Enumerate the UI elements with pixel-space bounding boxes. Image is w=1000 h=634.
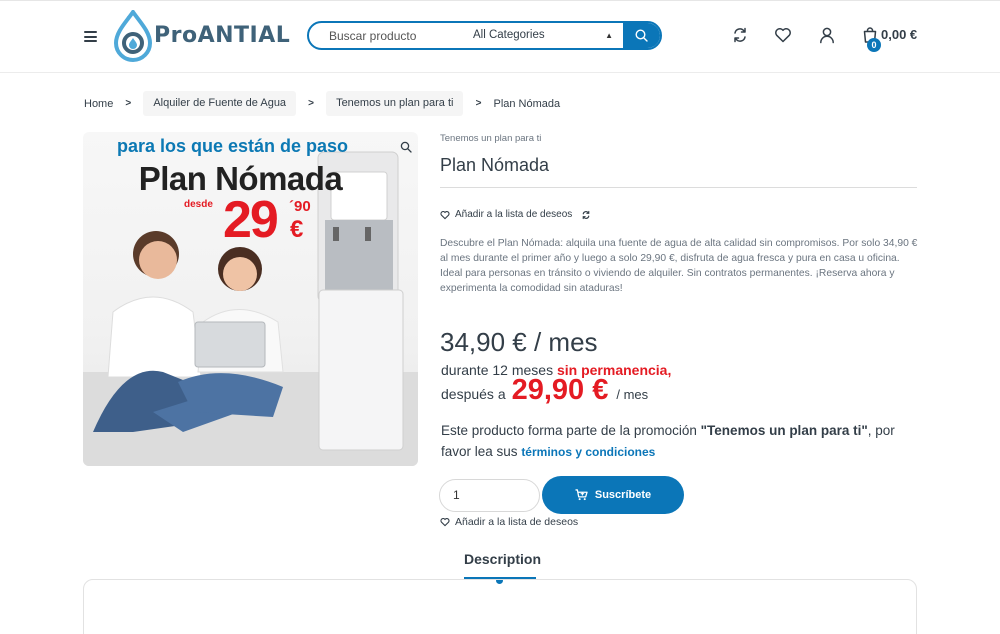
product-image[interactable]: para los que están de paso Plan Nómada d… — [83, 132, 418, 466]
heart-icon — [440, 517, 450, 527]
image-price: 29 — [223, 191, 279, 249]
compare-icon[interactable] — [731, 26, 749, 44]
search-button[interactable] — [623, 23, 660, 48]
subscribe-button[interactable]: Suscríbete — [542, 476, 684, 514]
menu-icon[interactable] — [84, 31, 97, 42]
compare-icon[interactable] — [581, 210, 591, 220]
site-logo[interactable]: ProANTIAL — [112, 8, 290, 62]
product-category-link[interactable]: Tenemos un plan para ti — [440, 133, 541, 144]
breadcrumb-plan[interactable]: Tenemos un plan para ti — [326, 91, 464, 116]
terms-link[interactable]: términos y condiciones — [521, 445, 655, 459]
promo-notice: Este producto forma parte de la promoció… — [441, 420, 911, 463]
wishlist-label: Añadir a la lista de deseos — [455, 209, 573, 220]
divider — [440, 187, 917, 188]
product-title: Plan Nómada — [440, 155, 550, 175]
heart-icon — [440, 210, 450, 219]
breadcrumb-home[interactable]: Home — [84, 98, 113, 110]
category-select-value: All Categories — [473, 29, 545, 41]
site-header: ProANTIAL All Categories ▲ 0 0,00 € — [0, 0, 1000, 73]
price-main: 34,90 € / mes — [440, 327, 598, 357]
chevron-right-icon: > — [475, 98, 482, 109]
breadcrumb-current: Plan Nómada — [493, 97, 561, 110]
price-after-prefix: después a — [441, 386, 506, 402]
chevron-right-icon: > — [308, 98, 314, 109]
search-input[interactable] — [309, 23, 459, 48]
water-drop-icon — [113, 8, 153, 62]
image-currency: € — [290, 216, 304, 243]
search-icon — [635, 29, 648, 42]
add-to-wishlist-link-bottom[interactable]: Añadir a la lista de deseos — [440, 516, 578, 528]
category-select[interactable]: All Categories ▲ — [471, 23, 621, 48]
subscribe-label: Suscríbete — [594, 489, 652, 501]
add-to-wishlist-link[interactable]: Añadir a la lista de deseos — [440, 209, 591, 220]
image-price-cents: ´90 — [289, 198, 311, 215]
tab-description[interactable]: Description — [464, 551, 541, 567]
zoom-icon[interactable] — [400, 141, 412, 153]
image-desde: desde — [184, 199, 213, 210]
price-after-suffix: / mes — [616, 387, 649, 402]
promo-prefix: Este producto forma parte de la promoció… — [441, 423, 697, 438]
chevron-right-icon: > — [125, 98, 132, 109]
price-after-amount: 29,90 € — [511, 374, 609, 406]
breadcrumb-alquiler[interactable]: Alquiler de Fuente de Agua — [143, 91, 297, 116]
cart-total[interactable]: 0,00 € — [881, 27, 917, 42]
heart-icon[interactable] — [774, 26, 792, 44]
cart-add-icon — [575, 489, 588, 501]
image-tagline: para los que están de paso — [116, 136, 349, 156]
user-icon[interactable] — [818, 26, 836, 44]
search-bar: All Categories ▲ — [307, 21, 662, 50]
quantity-input[interactable]: 1 — [439, 479, 540, 512]
breadcrumb: Home > Alquiler de Fuente de Agua > Tene… — [84, 91, 560, 116]
promo-name: "Tenemos un plan para ti" — [700, 423, 868, 438]
description-panel — [83, 579, 917, 634]
cart-count-badge: 0 — [867, 38, 881, 52]
wishlist-label: Añadir a la lista de deseos — [455, 516, 579, 528]
product-description: Descubre el Plan Nómada: alquila una fue… — [440, 238, 918, 294]
price-after: después a 29,90 € / mes — [441, 374, 648, 407]
logo-text: ProANTIAL — [154, 23, 291, 48]
select-arrows-icon: ▲ — [605, 31, 613, 40]
